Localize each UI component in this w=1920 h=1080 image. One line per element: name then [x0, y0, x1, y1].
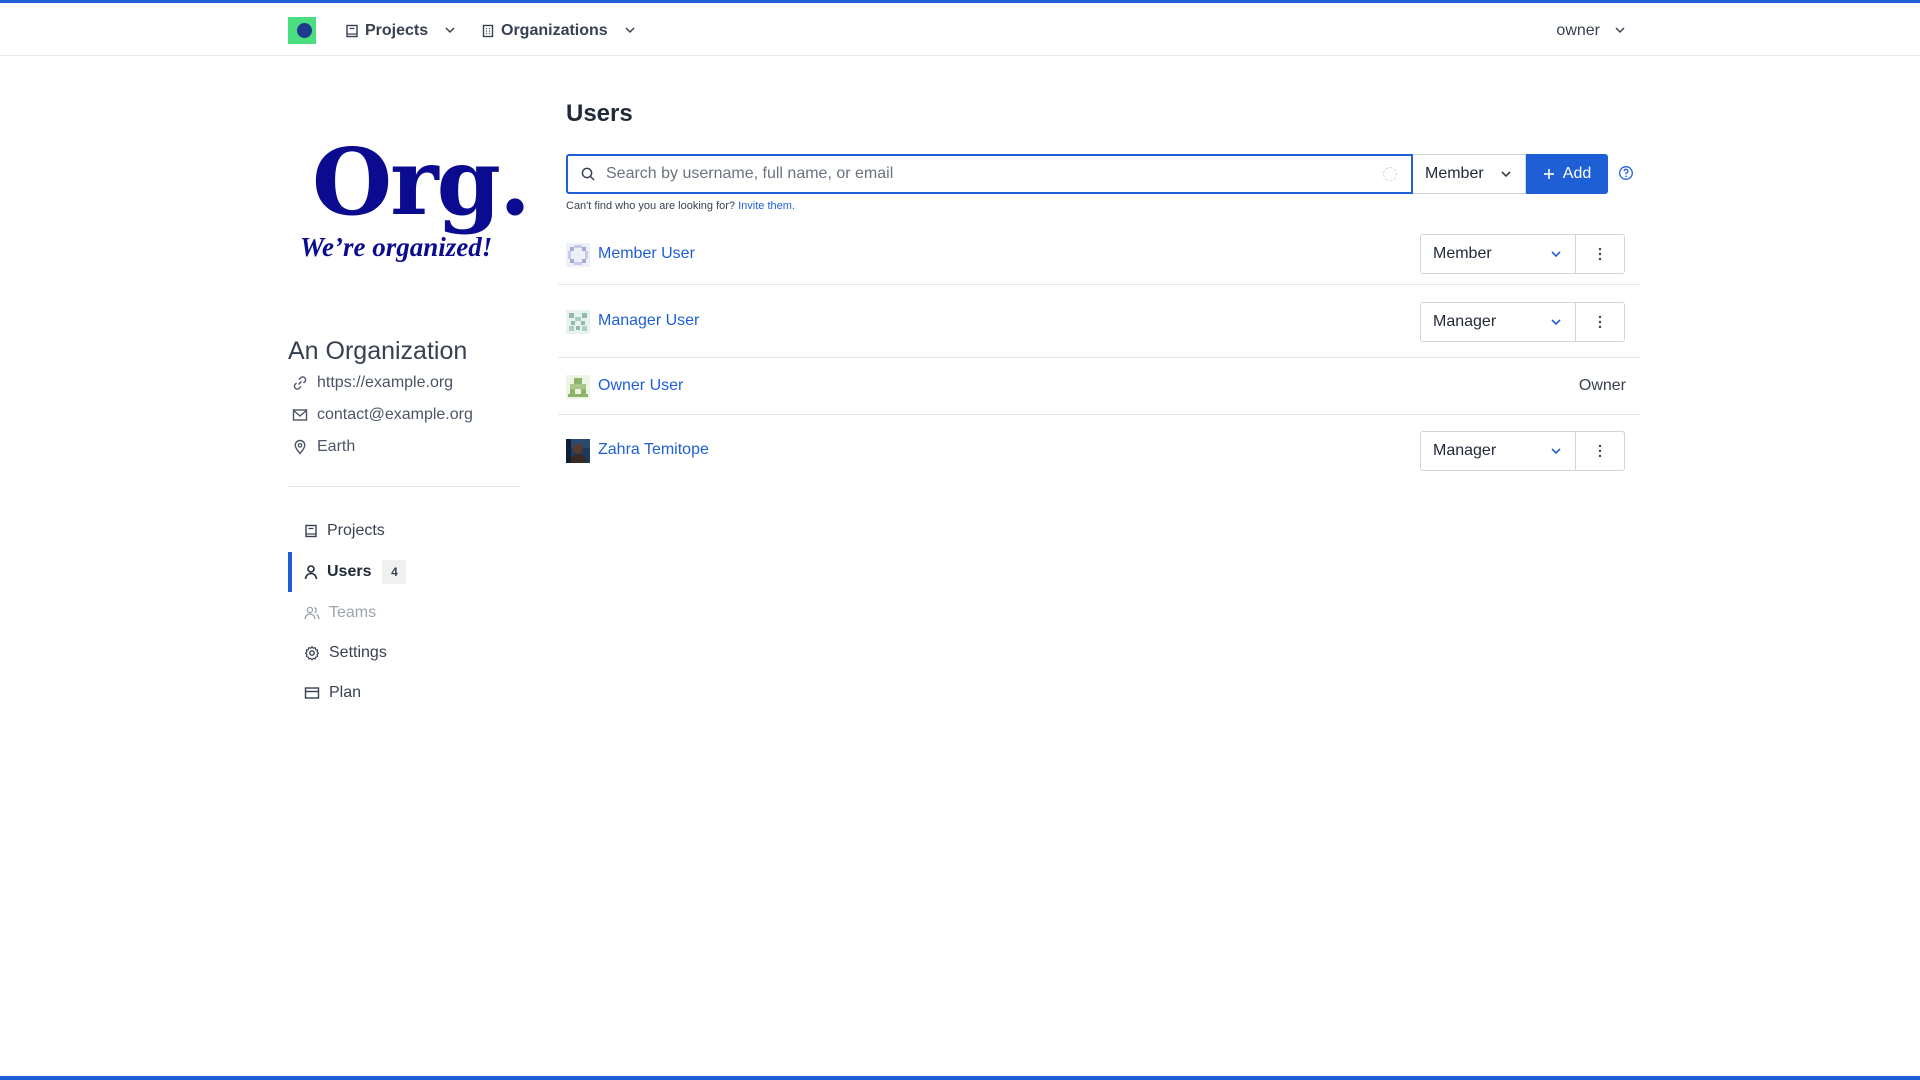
- loading-spinner-icon: [1383, 167, 1397, 181]
- nav-projects-menu[interactable]: Projects: [345, 17, 458, 45]
- sidebar-item-users[interactable]: Users 4: [288, 552, 520, 592]
- org-email-text: contact@example.org: [317, 406, 473, 423]
- sidebar-item-label: Teams: [329, 604, 377, 621]
- org-location: Earth: [292, 438, 355, 456]
- sidebar-item-projects[interactable]: Projects: [288, 511, 520, 551]
- add-user-label: Add: [1562, 165, 1592, 182]
- chevron-down-icon: [1551, 448, 1561, 455]
- nav-organizations-label: Organizations: [501, 22, 608, 39]
- invite-hint: Can't find who you are looking for? Invi…: [566, 200, 795, 212]
- user-row: Manager User Manager: [558, 286, 1640, 358]
- bottom-accent-bar: [0, 1076, 1920, 1080]
- org-email[interactable]: contact@example.org: [292, 406, 473, 424]
- user-role-select[interactable]: Manager: [1420, 431, 1576, 471]
- identicon-avatar: [566, 243, 590, 267]
- sidebar-item-label: Projects: [327, 522, 385, 539]
- plus-icon: [1543, 169, 1554, 179]
- user-actions-button[interactable]: [1575, 234, 1625, 274]
- user-role-value: Member: [1433, 245, 1492, 262]
- search-icon: [581, 167, 595, 181]
- org-website-text: https://example.org: [317, 374, 454, 391]
- link-icon: [293, 376, 307, 390]
- gear-icon: [304, 645, 320, 661]
- user-role-select[interactable]: Manager: [1420, 302, 1576, 342]
- add-user-button[interactable]: Add: [1526, 154, 1608, 194]
- chevron-down-icon: [625, 27, 635, 34]
- top-navbar: Projects Organizations owner: [0, 3, 1920, 56]
- chevron-down-icon: [1501, 171, 1511, 178]
- search-input[interactable]: [606, 158, 1366, 190]
- sidebar-item-label: Users: [327, 563, 372, 580]
- card-icon: [304, 687, 320, 699]
- sidebar-item-plan[interactable]: Plan: [288, 673, 520, 713]
- invite-link[interactable]: Invite them.: [738, 200, 795, 212]
- users-count-badge: 4: [382, 560, 407, 584]
- nav-organizations-menu[interactable]: Organizations: [481, 17, 638, 45]
- new-member-role-select[interactable]: Member: [1413, 154, 1526, 194]
- new-member-role-value: Member: [1425, 165, 1484, 182]
- org-location-text: Earth: [317, 438, 356, 455]
- user-role-value: Manager: [1433, 442, 1497, 459]
- nav-projects-label: Projects: [365, 22, 429, 39]
- user-menu[interactable]: owner: [1556, 17, 1630, 45]
- user-role-value: Manager: [1433, 313, 1497, 330]
- identicon-avatar: [566, 310, 590, 334]
- chevron-down-icon: [445, 27, 455, 34]
- sidebar-item-teams: Teams: [288, 593, 520, 633]
- org-logo-text: Org.: [312, 128, 531, 236]
- sidebar-item-settings[interactable]: Settings: [288, 633, 520, 673]
- user-menu-label: owner: [1556, 22, 1600, 39]
- sidebar-divider: [288, 486, 520, 487]
- users-icon: [304, 606, 320, 620]
- invite-hint-text: Can't find who you are looking for?: [566, 200, 736, 212]
- building-icon: [482, 24, 494, 38]
- user-role-select[interactable]: Member: [1420, 234, 1576, 274]
- user-name-link[interactable]: Zahra Temitope: [598, 441, 709, 459]
- help-icon[interactable]: [1618, 165, 1634, 181]
- user-row: Zahra Temitope Manager: [558, 416, 1640, 486]
- chevron-down-icon: [1615, 27, 1625, 34]
- user-name-link[interactable]: Member User: [598, 245, 695, 263]
- location-pin-icon: [294, 439, 306, 455]
- org-logo-image: Org. We’re organized!: [298, 130, 531, 280]
- sidebar-item-label: Plan: [329, 684, 362, 701]
- user-name-link[interactable]: Owner User: [598, 377, 683, 395]
- user-name-link[interactable]: Manager User: [598, 312, 699, 330]
- org-name: An Organization: [288, 337, 468, 365]
- book-icon: [346, 24, 358, 38]
- org-website[interactable]: https://example.org: [292, 374, 453, 392]
- more-vertical-icon: [1598, 315, 1602, 329]
- book-icon: [305, 524, 317, 538]
- sidebar-item-label: Settings: [329, 644, 387, 661]
- org-logo-tagline: We’re organized!: [300, 232, 493, 262]
- more-vertical-icon: [1598, 444, 1602, 458]
- identicon-avatar: [566, 375, 590, 399]
- more-vertical-icon: [1598, 247, 1602, 261]
- user-actions-button[interactable]: [1575, 431, 1625, 471]
- user-row: Member User Member: [558, 224, 1640, 285]
- user-photo-avatar: [566, 439, 590, 463]
- user-row: Owner User Owner: [558, 359, 1640, 415]
- user-icon: [304, 565, 318, 580]
- chevron-down-icon: [1551, 319, 1561, 326]
- chevron-down-icon: [1551, 251, 1561, 258]
- app-logo[interactable]: [288, 17, 316, 44]
- user-role-static: Owner: [1578, 377, 1626, 394]
- page-title: Users: [566, 100, 633, 127]
- mail-icon: [292, 409, 308, 421]
- search-field[interactable]: [566, 154, 1413, 194]
- user-actions-button[interactable]: [1575, 302, 1625, 342]
